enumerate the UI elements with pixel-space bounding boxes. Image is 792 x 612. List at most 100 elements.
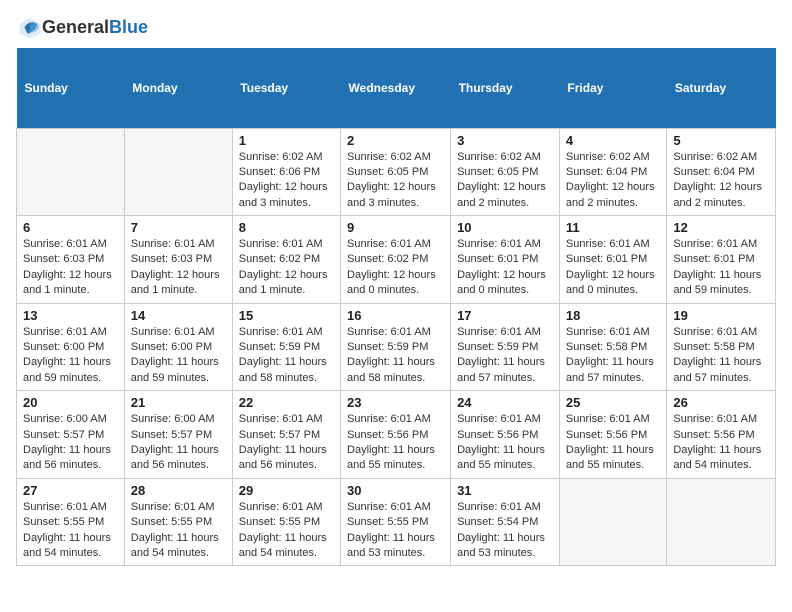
- day-number: 2: [347, 133, 444, 148]
- week-row-1: 1 Sunrise: 6:02 AM Sunset: 6:06 PM Daylig…: [17, 128, 776, 216]
- calendar-cell: 3 Sunrise: 6:02 AM Sunset: 6:05 PM Daylig…: [451, 128, 560, 216]
- day-info: Sunrise: 6:01 AM Sunset: 6:01 PM Dayligh…: [457, 237, 553, 299]
- day-number: 5: [673, 133, 769, 148]
- week-row-5: 27 Sunrise: 6:01 AM Sunset: 5:55 PM Dayli…: [17, 478, 776, 566]
- weekday-header-row: SundayMondayTuesdayWednesdayThursdayFrid…: [17, 48, 776, 128]
- calendar-cell: 20 Sunrise: 6:00 AM Sunset: 5:57 PM Dayli…: [17, 391, 125, 479]
- day-info: Sunrise: 6:01 AM Sunset: 5:55 PM Dayligh…: [239, 500, 334, 562]
- day-number: 15: [239, 308, 334, 323]
- calendar-cell: [17, 128, 125, 216]
- calendar-cell: 29 Sunrise: 6:01 AM Sunset: 5:55 PM Dayli…: [232, 478, 340, 566]
- calendar-cell: 13 Sunrise: 6:01 AM Sunset: 6:00 PM Dayli…: [17, 303, 125, 391]
- calendar-cell: [667, 478, 776, 566]
- calendar-cell: 7Sunrise: 6:01 AM Sunset: 6:03 PM Daylig…: [124, 216, 232, 304]
- day-number: 17: [457, 308, 553, 323]
- day-info: Sunrise: 6:01 AM Sunset: 5:55 PM Dayligh…: [347, 500, 444, 562]
- calendar-cell: 23 Sunrise: 6:01 AM Sunset: 5:56 PM Dayli…: [341, 391, 451, 479]
- day-info: Sunrise: 6:02 AM Sunset: 6:04 PM Dayligh…: [566, 150, 660, 212]
- day-number: 1: [239, 133, 334, 148]
- day-number: 10: [457, 220, 553, 235]
- calendar-cell: 10 Sunrise: 6:01 AM Sunset: 6:01 PM Dayli…: [451, 216, 560, 304]
- day-number: 22: [239, 395, 334, 410]
- day-number: 26: [673, 395, 769, 410]
- day-info: Sunrise: 6:01 AM Sunset: 6:02 PM Dayligh…: [239, 237, 334, 299]
- calendar-cell: 16Sunrise: 6:01 AM Sunset: 5:59 PM Dayli…: [341, 303, 451, 391]
- day-number: 9: [347, 220, 444, 235]
- calendar-cell: 28 Sunrise: 6:01 AM Sunset: 5:55 PM Dayli…: [124, 478, 232, 566]
- day-number: 28: [131, 483, 226, 498]
- day-number: 14: [131, 308, 226, 323]
- day-info: Sunrise: 6:01 AM Sunset: 5:59 PM Dayligh…: [457, 325, 553, 387]
- day-info: Sunrise: 6:01 AM Sunset: 5:56 PM Dayligh…: [566, 412, 660, 474]
- weekday-header-thursday: Thursday: [451, 48, 560, 128]
- weekday-header-sunday: Sunday: [17, 48, 125, 128]
- weekday-header-friday: Friday: [559, 48, 666, 128]
- calendar-cell: 31 Sunrise: 6:01 AM Sunset: 5:54 PM Dayli…: [451, 478, 560, 566]
- day-number: 3: [457, 133, 553, 148]
- day-info: Sunrise: 6:01 AM Sunset: 5:56 PM Dayligh…: [673, 412, 769, 474]
- day-number: 4: [566, 133, 660, 148]
- calendar-cell: 6Sunrise: 6:01 AM Sunset: 6:03 PM Daylig…: [17, 216, 125, 304]
- day-number: 12: [673, 220, 769, 235]
- day-number: 16: [347, 308, 444, 323]
- day-info: Sunrise: 6:01 AM Sunset: 5:57 PM Dayligh…: [239, 412, 334, 474]
- day-info: Sunrise: 6:01 AM Sunset: 5:56 PM Dayligh…: [347, 412, 444, 474]
- calendar-cell: 11Sunrise: 6:01 AM Sunset: 6:01 PM Dayli…: [559, 216, 666, 304]
- day-number: 31: [457, 483, 553, 498]
- calendar-cell: 14Sunrise: 6:01 AM Sunset: 6:00 PM Dayli…: [124, 303, 232, 391]
- day-number: 29: [239, 483, 334, 498]
- day-info: Sunrise: 6:01 AM Sunset: 6:02 PM Dayligh…: [347, 237, 444, 299]
- day-number: 23: [347, 395, 444, 410]
- calendar-cell: [124, 128, 232, 216]
- calendar-cell: 26 Sunrise: 6:01 AM Sunset: 5:56 PM Dayli…: [667, 391, 776, 479]
- weekday-header-tuesday: Tuesday: [232, 48, 340, 128]
- calendar-cell: 15 Sunrise: 6:01 AM Sunset: 5:59 PM Dayli…: [232, 303, 340, 391]
- day-info: Sunrise: 6:02 AM Sunset: 6:06 PM Dayligh…: [239, 150, 334, 212]
- day-number: 27: [23, 483, 118, 498]
- week-row-3: 13 Sunrise: 6:01 AM Sunset: 6:00 PM Dayli…: [17, 303, 776, 391]
- day-number: 19: [673, 308, 769, 323]
- calendar-cell: 19 Sunrise: 6:01 AM Sunset: 5:58 PM Dayli…: [667, 303, 776, 391]
- page-header: GeneralBlue: [16, 16, 776, 40]
- day-number: 25: [566, 395, 660, 410]
- calendar-table: SundayMondayTuesdayWednesdayThursdayFrid…: [16, 48, 776, 566]
- day-info: Sunrise: 6:01 AM Sunset: 5:58 PM Dayligh…: [673, 325, 769, 387]
- day-info: Sunrise: 6:01 AM Sunset: 5:55 PM Dayligh…: [131, 500, 226, 562]
- day-info: Sunrise: 6:00 AM Sunset: 5:57 PM Dayligh…: [131, 412, 226, 474]
- day-number: 21: [131, 395, 226, 410]
- day-info: Sunrise: 6:01 AM Sunset: 5:54 PM Dayligh…: [457, 500, 553, 562]
- day-info: Sunrise: 6:00 AM Sunset: 5:57 PM Dayligh…: [23, 412, 118, 474]
- day-info: Sunrise: 6:01 AM Sunset: 6:03 PM Dayligh…: [23, 237, 118, 299]
- day-info: Sunrise: 6:01 AM Sunset: 5:55 PM Dayligh…: [23, 500, 118, 562]
- calendar-cell: 8 Sunrise: 6:01 AM Sunset: 6:02 PM Daylig…: [232, 216, 340, 304]
- day-info: Sunrise: 6:01 AM Sunset: 5:58 PM Dayligh…: [566, 325, 660, 387]
- day-number: 30: [347, 483, 444, 498]
- calendar-cell: 12 Sunrise: 6:01 AM Sunset: 6:01 PM Dayli…: [667, 216, 776, 304]
- calendar-cell: 2Sunrise: 6:02 AM Sunset: 6:05 PM Daylig…: [341, 128, 451, 216]
- day-number: 8: [239, 220, 334, 235]
- day-info: Sunrise: 6:01 AM Sunset: 5:59 PM Dayligh…: [239, 325, 334, 387]
- day-number: 24: [457, 395, 553, 410]
- day-info: Sunrise: 6:01 AM Sunset: 5:56 PM Dayligh…: [457, 412, 553, 474]
- week-row-4: 20 Sunrise: 6:00 AM Sunset: 5:57 PM Dayli…: [17, 391, 776, 479]
- calendar-cell: 27 Sunrise: 6:01 AM Sunset: 5:55 PM Dayli…: [17, 478, 125, 566]
- day-number: 11: [566, 220, 660, 235]
- calendar-cell: 4 Sunrise: 6:02 AM Sunset: 6:04 PM Daylig…: [559, 128, 666, 216]
- calendar-cell: 24 Sunrise: 6:01 AM Sunset: 5:56 PM Dayli…: [451, 391, 560, 479]
- calendar-cell: 1 Sunrise: 6:02 AM Sunset: 6:06 PM Daylig…: [232, 128, 340, 216]
- day-info: Sunrise: 6:02 AM Sunset: 6:05 PM Dayligh…: [457, 150, 553, 212]
- calendar-cell: 17 Sunrise: 6:01 AM Sunset: 5:59 PM Dayli…: [451, 303, 560, 391]
- weekday-header-monday: Monday: [124, 48, 232, 128]
- calendar-cell: 18 Sunrise: 6:01 AM Sunset: 5:58 PM Dayli…: [559, 303, 666, 391]
- calendar-cell: 30 Sunrise: 6:01 AM Sunset: 5:55 PM Dayli…: [341, 478, 451, 566]
- day-number: 20: [23, 395, 118, 410]
- day-info: Sunrise: 6:02 AM Sunset: 6:04 PM Dayligh…: [673, 150, 769, 212]
- day-info: Sunrise: 6:01 AM Sunset: 6:00 PM Dayligh…: [23, 325, 118, 387]
- day-number: 18: [566, 308, 660, 323]
- calendar-cell: [559, 478, 666, 566]
- calendar-cell: 5 Sunrise: 6:02 AM Sunset: 6:04 PM Daylig…: [667, 128, 776, 216]
- logo-general-text: GeneralBlue: [42, 18, 148, 38]
- day-number: 7: [131, 220, 226, 235]
- day-info: Sunrise: 6:01 AM Sunset: 6:01 PM Dayligh…: [673, 237, 769, 299]
- day-number: 13: [23, 308, 118, 323]
